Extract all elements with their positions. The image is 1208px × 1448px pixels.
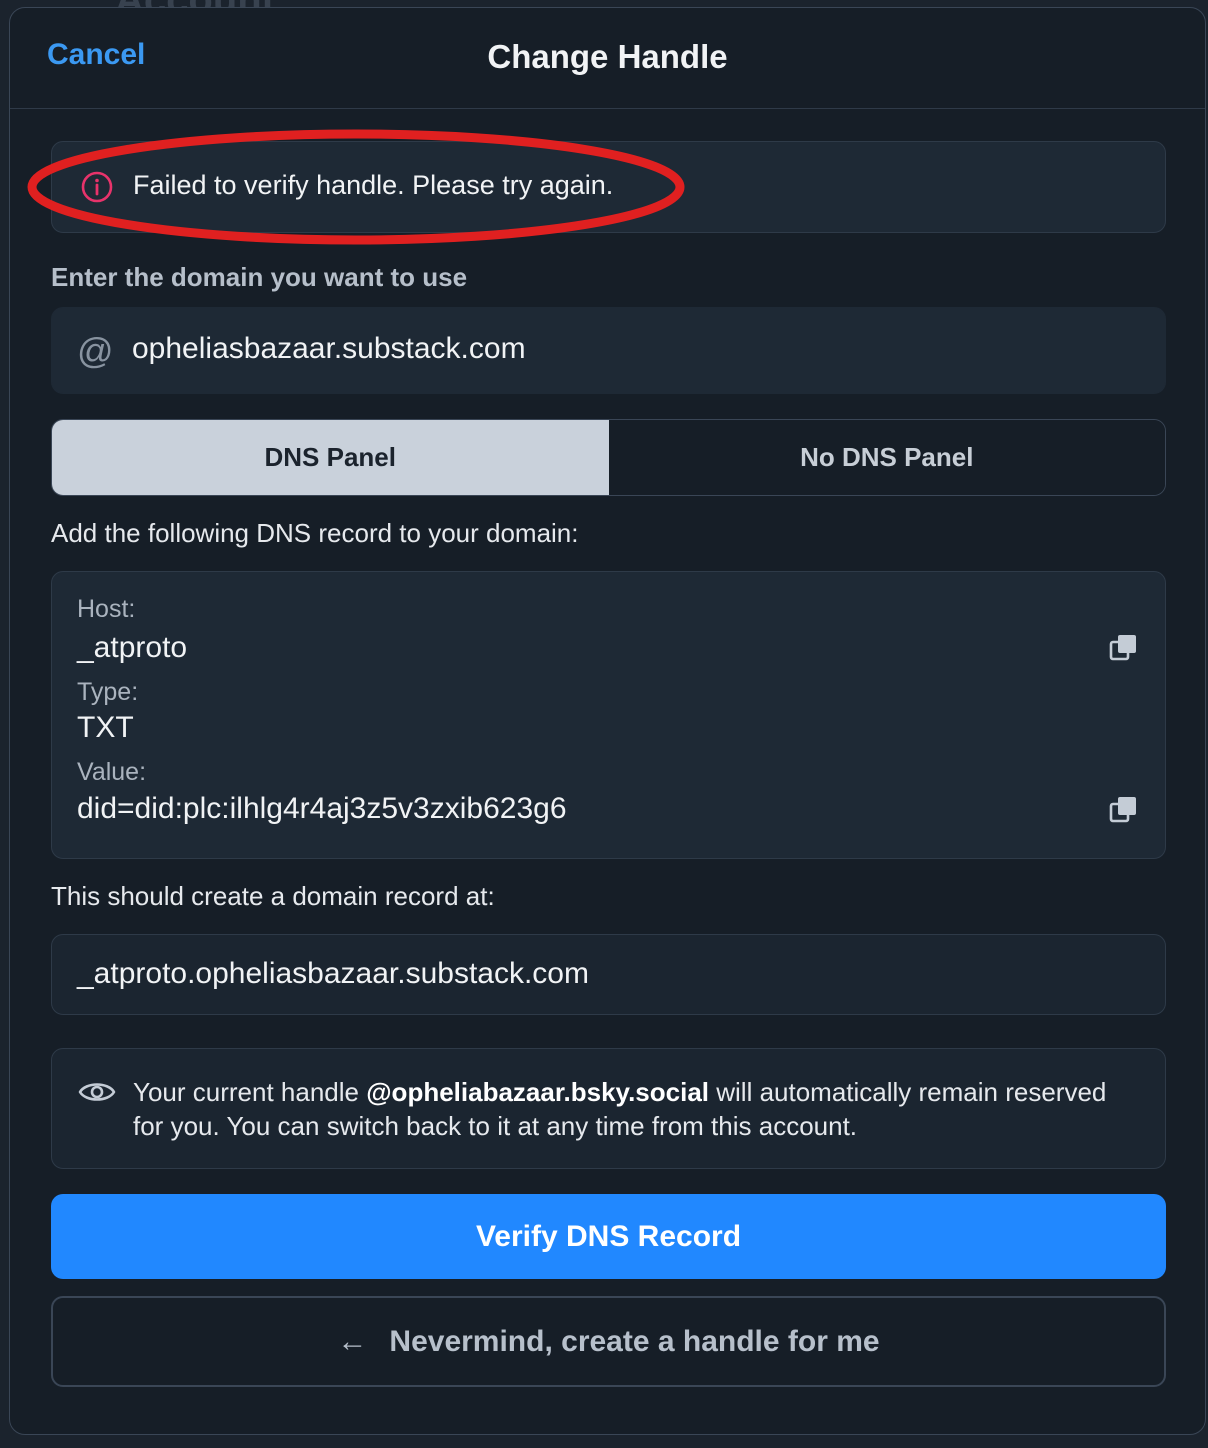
current-handle: @opheliabazaar.bsky.social <box>366 1077 710 1107</box>
type-value: TXT <box>77 711 134 744</box>
dialog-header: Cancel Change Handle <box>10 8 1205 109</box>
domain-input-value: opheliasbazaar.substack.com <box>132 332 526 365</box>
tab-dns-panel[interactable]: DNS Panel <box>52 420 609 495</box>
dns-record-intro: Add the following DNS record to your dom… <box>51 518 579 548</box>
dialog-title: Change Handle <box>487 38 728 75</box>
host-value: _atproto <box>77 631 188 664</box>
domain-label: Enter the domain you want to use <box>51 262 468 292</box>
fqdn-label: This should create a domain record at: <box>51 881 495 911</box>
note-prefix: Your current handle <box>133 1077 367 1107</box>
annotation-highlight-ellipse <box>27 129 685 245</box>
fqdn-value: _atproto.opheliasbazaar.substack.com <box>77 957 589 990</box>
dns-mode-toggle: DNS Panel No DNS Panel <box>51 419 1166 496</box>
domain-input[interactable]: @ opheliasbazaar.substack.com <box>51 307 1166 394</box>
dns-record-card: Host: _atproto Type: TXT Value: did=did:… <box>51 571 1166 859</box>
at-icon: @ <box>77 330 114 371</box>
host-label: Host: <box>77 595 136 623</box>
arrow-left-icon: ← <box>337 1324 368 1358</box>
value-label: Value: <box>77 758 147 786</box>
record-value: did=did:plc:ilhlg4r4aj3z5v3zxib623g6 <box>77 792 567 825</box>
copy-value-icon[interactable] <box>1109 795 1139 825</box>
note-text: Your current handle @opheliabazaar.bsky.… <box>133 1075 1133 1143</box>
change-handle-dialog: Cancel Change Handle Failed to verify ha… <box>9 7 1206 1435</box>
verify-dns-record-button[interactable]: Verify DNS Record <box>51 1194 1166 1279</box>
handle-reserved-note: Your current handle @opheliabazaar.bsky.… <box>51 1048 1166 1169</box>
fqdn-display: _atproto.opheliasbazaar.substack.com <box>51 934 1166 1015</box>
nevermind-button[interactable]: ← Nevermind, create a handle for me <box>51 1296 1166 1387</box>
tab-no-dns-panel[interactable]: No DNS Panel <box>608 420 1165 495</box>
nevermind-label: Nevermind, create a handle for me <box>389 1324 880 1358</box>
eye-icon <box>78 1083 116 1101</box>
copy-host-icon[interactable] <box>1109 633 1139 663</box>
type-label: Type: <box>77 678 139 706</box>
